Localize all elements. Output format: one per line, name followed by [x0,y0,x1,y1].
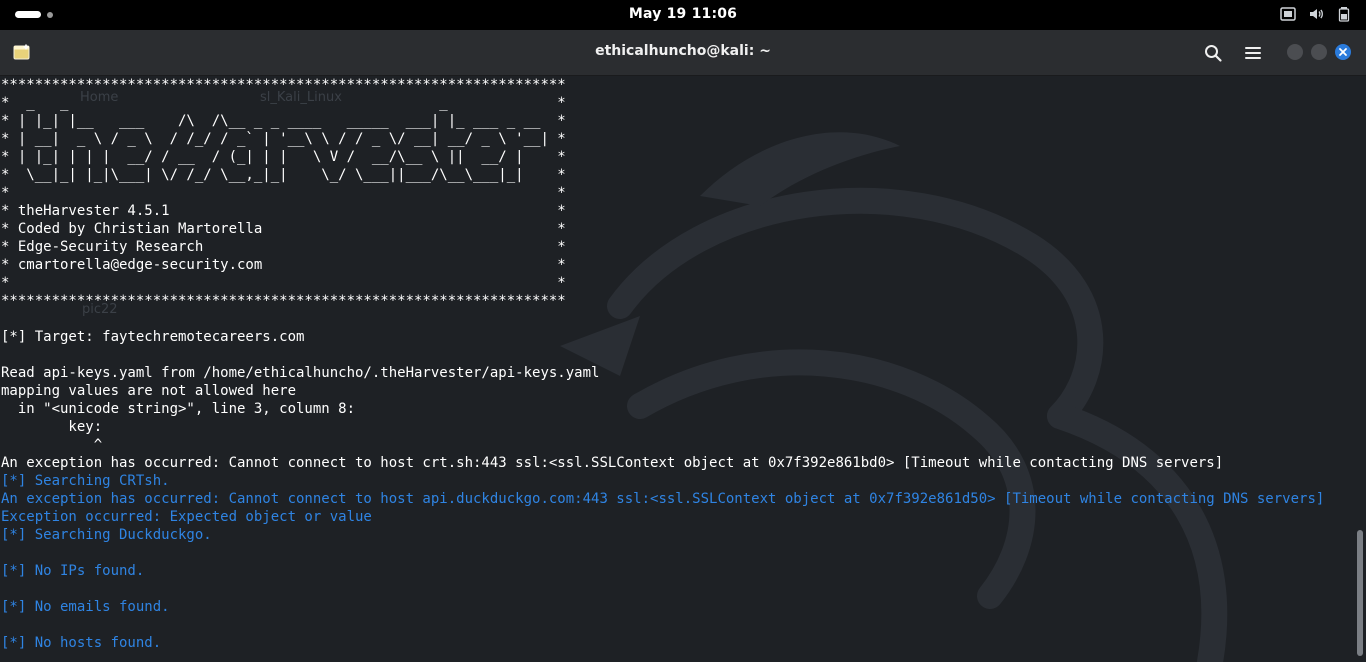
terminal-line: * Edge-Security Research * [1,239,566,255]
close-icon [1339,48,1347,56]
screenshot-indicator-icon[interactable] [1280,6,1296,22]
terminal-line: ^ [1,437,103,453]
terminal-line: * theHarvester 4.5.1 * [1,203,566,219]
terminal-line: * * [1,275,566,291]
clock[interactable]: May 19 11:06 [0,6,1366,22]
close-button[interactable] [1335,44,1351,60]
terminal-line: * | |_| | | | __/ / __ / (_| | | \ V / _… [1,149,566,165]
system-tray[interactable] [1280,6,1352,22]
terminal-line: Read api-keys.yaml from /home/ethicalhun… [1,365,600,381]
terminal-line: [*] No emails found. [1,599,170,615]
terminal-line: * cmartorella@edge-security.com * [1,257,566,273]
terminal-line: key: [1,419,103,435]
minimize-button[interactable] [1287,44,1303,60]
terminal-line: An exception has occurred: Cannot connec… [1,491,1325,507]
terminal-line: * Coded by Christian Martorella * [1,221,566,237]
terminal-titlebar[interactable]: ethicalhuncho@kali: ~ [0,30,1366,76]
search-icon[interactable] [1203,43,1223,63]
terminal-output[interactable]: ****************************************… [1,76,1324,652]
volume-icon[interactable] [1308,6,1324,22]
terminal-scrollbar[interactable] [1354,76,1366,662]
hamburger-menu-icon[interactable] [1243,43,1263,63]
terminal-line: Exception occurred: Expected object or v… [1,509,372,525]
terminal-line: * * [1,185,566,201]
scrollbar-thumb[interactable] [1357,530,1363,656]
terminal-line: [*] No IPs found. [1,563,145,579]
window-title: ethicalhuncho@kali: ~ [595,43,771,59]
terminal-line: mapping values are not allowed here [1,383,297,399]
terminal-view[interactable]: Home sl_Kali_Linux pic22 ***************… [0,76,1354,662]
terminal-line: [*] Searching CRTsh. [1,473,170,489]
terminal-line: [*] No hosts found. [1,635,162,651]
top-bar: May 19 11:06 [0,0,1366,30]
terminal-line: An exception has occurred: Cannot connec… [1,455,1224,471]
terminal-line: in "<unicode string>", line 3, column 8: [1,401,356,417]
terminal-line: [*] Searching Duckduckgo. [1,527,212,543]
terminal-line: * | __| _ \ / _ \ / /_/ / _` | '__\ \ / … [1,131,566,147]
terminal-line: [*] Target: faytechremotecareers.com [1,329,305,345]
terminal-line: ****************************************… [1,293,566,309]
terminal-line: * _ _ _ * [1,95,566,111]
power-battery-icon[interactable] [1336,6,1352,22]
maximize-button[interactable] [1311,44,1327,60]
terminal-line: * \__|_| |_|\___| \/ /_/ \__,_|_| \_/ \_… [1,167,566,183]
terminal-line: * | |_| |__ ___ /\ /\__ _ _ ____ _____ _… [1,113,566,129]
terminal-line: ****************************************… [1,77,566,93]
